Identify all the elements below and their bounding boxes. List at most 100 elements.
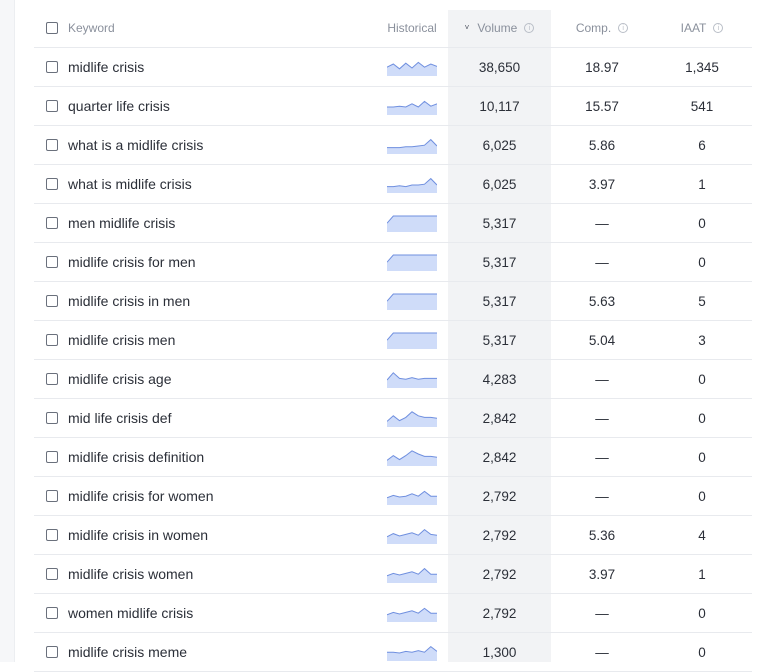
row-checkbox[interactable] <box>46 139 58 151</box>
row-checkbox[interactable] <box>46 295 58 307</box>
sparkline-area <box>387 450 437 466</box>
iaat-cell: 3 <box>698 332 706 348</box>
sparkline <box>387 100 437 115</box>
volume-header[interactable]: ˅ Volume i <box>448 9 551 47</box>
row-checkbox[interactable] <box>46 451 58 463</box>
keyword-header[interactable]: Keyword <box>68 9 368 47</box>
comp-cell: — <box>595 605 609 621</box>
row-checkbox-cell <box>46 321 62 359</box>
row-checkbox-cell <box>46 282 62 320</box>
comp-cell: 5.36 <box>588 527 616 543</box>
sparkline-area <box>387 294 437 310</box>
keyword-cell[interactable]: midlife crisis for men <box>68 243 368 281</box>
sparkline <box>387 332 437 349</box>
table-row[interactable]: midlife crisis 38,650 18.97 1,345 <box>34 48 752 87</box>
table-row[interactable]: midlife crisis for women 2,792 — 0 <box>34 477 752 516</box>
comp-cell: 5.86 <box>588 137 616 153</box>
table-row[interactable]: midlife crisis in women 2,792 5.36 4 <box>34 516 752 555</box>
historical-cell <box>386 555 438 593</box>
sparkline-area <box>387 568 437 583</box>
iaat-info-icon[interactable]: i <box>713 23 724 33</box>
keyword-cell[interactable]: midlife crisis <box>68 48 368 86</box>
iaat-header[interactable]: IAAT i <box>662 9 742 47</box>
keyword-cell[interactable]: what is midlife crisis <box>68 165 368 203</box>
volume-info-icon[interactable]: i <box>524 23 535 33</box>
comp-cell: — <box>595 449 609 465</box>
volume-cell: 2,842 <box>482 449 517 465</box>
sparkline-area <box>387 255 437 271</box>
table-row[interactable]: what is a midlife crisis 6,025 5.86 6 <box>34 126 752 165</box>
iaat-header-label: IAAT <box>680 21 707 35</box>
table-row[interactable]: midlife crisis meme 1,300 — 0 <box>34 633 752 672</box>
row-checkbox[interactable] <box>46 607 58 619</box>
keyword-cell[interactable]: midlife crisis in women <box>68 516 368 554</box>
keyword-cell[interactable]: midlife crisis age <box>68 360 368 398</box>
keyword-cell[interactable]: midlife crisis women <box>68 555 368 593</box>
row-checkbox[interactable] <box>46 646 58 658</box>
keyword-cell[interactable]: midlife crisis definition <box>68 438 368 476</box>
row-checkbox[interactable] <box>46 412 58 424</box>
comp-cell: 3.97 <box>588 566 616 582</box>
table-row[interactable]: midlife crisis men 5,317 5.04 3 <box>34 321 752 360</box>
keyword-cell[interactable]: midlife crisis in men <box>68 282 368 320</box>
row-checkbox[interactable] <box>46 529 58 541</box>
sparkline <box>387 138 437 154</box>
row-checkbox-cell <box>46 594 62 632</box>
sparkline <box>387 411 437 427</box>
comp-cell: — <box>595 644 609 660</box>
volume-cell: 5,317 <box>482 293 517 309</box>
table-row[interactable]: midlife crisis age 4,283 — 0 <box>34 360 752 399</box>
select-all-cell <box>46 9 62 47</box>
keyword-cell[interactable]: mid life crisis def <box>68 399 368 437</box>
historical-cell <box>386 126 438 164</box>
volume-cell: 2,792 <box>482 566 517 582</box>
comp-info-icon[interactable]: i <box>618 23 629 33</box>
keyword-cell[interactable]: women midlife crisis <box>68 594 368 632</box>
historical-header[interactable]: Historical <box>384 9 440 47</box>
table-row[interactable]: men midlife crisis 5,317 — 0 <box>34 204 752 243</box>
keyword-cell[interactable]: midlife crisis men <box>68 321 368 359</box>
row-checkbox[interactable] <box>46 61 58 73</box>
row-checkbox-cell <box>46 204 62 242</box>
row-checkbox[interactable] <box>46 217 58 229</box>
row-checkbox[interactable] <box>46 334 58 346</box>
historical-cell <box>386 165 438 203</box>
table-row[interactable]: midlife crisis definition 2,842 — 0 <box>34 438 752 477</box>
keyword-cell[interactable]: midlife crisis for women <box>68 477 368 515</box>
keyword-cell[interactable]: midlife crisis meme <box>68 633 368 671</box>
table-row[interactable]: quarter life crisis 10,117 15.57 541 <box>34 87 752 126</box>
keyword-cell[interactable]: quarter life crisis <box>68 87 368 125</box>
iaat-cell: 0 <box>698 605 706 621</box>
table-row[interactable]: midlife crisis for men 5,317 — 0 <box>34 243 752 282</box>
comp-cell: — <box>595 488 609 504</box>
table-header: Keyword Historical ˅ Volume i Comp. i IA… <box>34 9 752 48</box>
table-row[interactable]: midlife crisis in men 5,317 5.63 5 <box>34 282 752 321</box>
historical-cell <box>386 360 438 398</box>
table-row[interactable]: mid life crisis def 2,842 — 0 <box>34 399 752 438</box>
row-checkbox[interactable] <box>46 178 58 190</box>
select-all-checkbox[interactable] <box>46 22 58 34</box>
comp-header[interactable]: Comp. i <box>559 9 645 47</box>
row-checkbox[interactable] <box>46 490 58 502</box>
table-row[interactable]: women midlife crisis 2,792 — 0 <box>34 594 752 633</box>
keyword-cell[interactable]: what is a midlife crisis <box>68 126 368 164</box>
volume-cell: 2,792 <box>482 527 517 543</box>
row-checkbox[interactable] <box>46 568 58 580</box>
row-checkbox-cell <box>46 126 62 164</box>
volume-cell: 1,300 <box>482 644 517 660</box>
table-row[interactable]: what is midlife crisis 6,025 3.97 1 <box>34 165 752 204</box>
sparkline <box>387 490 437 505</box>
sparkline <box>387 372 437 388</box>
comp-cell: — <box>595 215 609 231</box>
row-checkbox[interactable] <box>46 373 58 385</box>
row-checkbox[interactable] <box>46 100 58 112</box>
volume-cell: 2,842 <box>482 410 517 426</box>
historical-cell <box>386 243 438 281</box>
sparkline-area <box>387 372 437 388</box>
sort-desc-icon[interactable]: ˅ <box>465 23 470 32</box>
row-checkbox[interactable] <box>46 256 58 268</box>
historical-cell <box>386 48 438 86</box>
iaat-cell: 6 <box>698 137 706 153</box>
table-row[interactable]: midlife crisis women 2,792 3.97 1 <box>34 555 752 594</box>
keyword-cell[interactable]: men midlife crisis <box>68 204 368 242</box>
